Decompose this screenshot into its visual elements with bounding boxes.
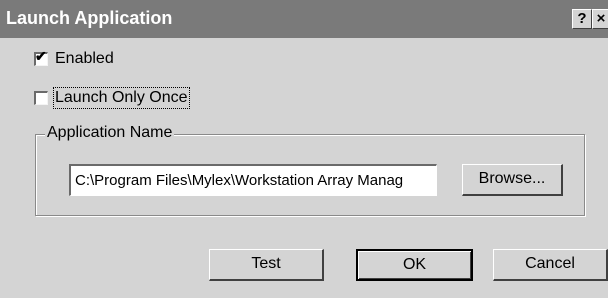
launch-application-dialog: Launch Application ? × ✔ Enabled Launch … [0,0,608,298]
title-bar[interactable]: Launch Application ? × [0,0,608,38]
checkmark-icon: ✔ [35,48,47,64]
launch-only-once-checkbox[interactable] [34,91,48,105]
enabled-option[interactable]: ✔ Enabled [34,48,114,68]
enabled-checkbox[interactable]: ✔ [34,48,48,66]
application-name-legend: Application Name [45,124,175,142]
close-icon: × [596,10,606,27]
help-button[interactable]: ? [572,9,592,29]
help-icon: ? [577,10,587,27]
window-title: Launch Application [6,8,173,28]
browse-button[interactable]: Browse... [462,164,563,196]
launch-only-once-label[interactable]: Launch Only Once [53,87,190,109]
launch-only-once-option[interactable]: Launch Only Once [34,87,190,109]
application-path-input[interactable] [69,164,437,196]
enabled-label[interactable]: Enabled [55,50,114,68]
ok-button[interactable]: OK [356,249,473,281]
close-button[interactable]: × [592,9,608,29]
cancel-button[interactable]: Cancel [493,249,608,281]
test-button[interactable]: Test [209,249,324,281]
